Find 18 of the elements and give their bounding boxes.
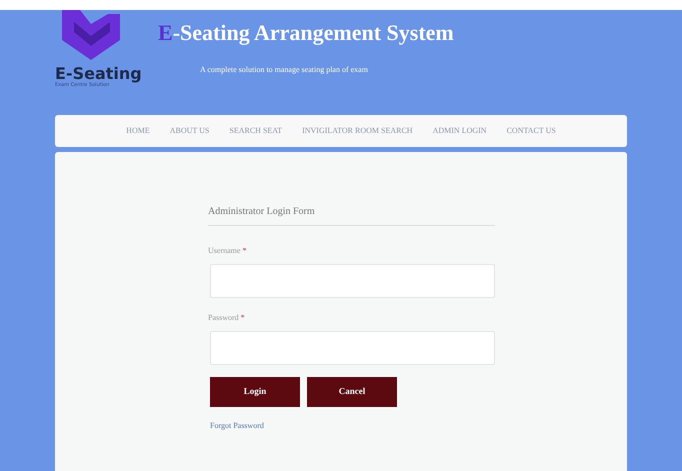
field-label: Password * [208,312,246,324]
nav-link[interactable]: ABOUT US [170,125,210,137]
input-field[interactable] [210,264,495,298]
logo-text: E-Seating [55,66,142,82]
site-subtitle: A complete solution to manage seating plan of exam [200,64,369,76]
form-button[interactable]: Cancel [307,377,397,407]
graduation-cap-icon [60,10,122,62]
form-heading: Administrator Login Form [208,204,495,226]
nav-link[interactable]: HOME [126,125,150,137]
nav-link[interactable]: CONTACT US [506,125,556,137]
nav-link[interactable]: INVIGILATOR ROOM SEARCH [302,125,413,137]
field-label: Username * [208,245,248,257]
site-title: E-Seating Arrangement System [158,22,454,44]
input-field[interactable] [210,331,495,365]
form-button[interactable]: Login [210,377,300,407]
forgot-password-link[interactable]: Forgot Password [210,420,264,432]
nav-link[interactable]: SEARCH SEAT [229,125,282,137]
nav-link[interactable]: ADMIN LOGIN [432,125,487,137]
